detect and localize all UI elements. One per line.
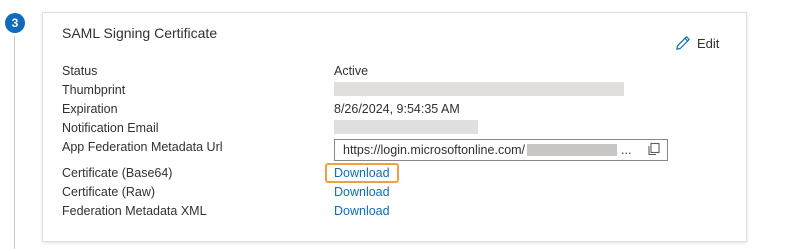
cert-raw-label: Certificate (Raw): [62, 185, 156, 199]
notification-email-redacted: [334, 120, 478, 134]
thumbprint-redacted: [334, 82, 624, 96]
notification-email-label: Notification Email: [62, 121, 159, 135]
card-title: SAML Signing Certificate: [62, 25, 218, 41]
cert-raw-download-link[interactable]: Download: [334, 185, 390, 199]
expiration-value: 8/26/2024, 9:54:35 AM: [334, 102, 460, 116]
cert-base64-download-link[interactable]: Download: [334, 166, 390, 180]
metadata-url-redacted: [527, 144, 618, 156]
metadata-url-ellipsis: ...: [621, 143, 632, 157]
copy-icon[interactable]: [647, 142, 661, 156]
saml-certificate-card: SAML Signing Certificate Edit Status Act…: [42, 12, 747, 242]
status-value: Active: [334, 64, 369, 78]
metadata-url-field[interactable]: https://login.microsoftonline.com/ ...: [334, 139, 668, 161]
step-number-badge: 3: [5, 13, 25, 33]
cert-base64-label: Certificate (Base64): [62, 166, 173, 180]
step-connector-line: [14, 36, 15, 249]
federation-xml-download-link[interactable]: Download: [334, 204, 390, 218]
federation-xml-label: Federation Metadata XML: [62, 204, 207, 218]
edit-button[interactable]: Edit: [675, 35, 719, 51]
thumbprint-label: Thumbprint: [62, 83, 126, 97]
edit-label: Edit: [697, 35, 720, 51]
metadata-url-text: https://login.microsoftonline.com/: [343, 143, 526, 157]
expiration-label: Expiration: [62, 102, 118, 116]
metadata-url-label: App Federation Metadata Url: [62, 140, 223, 154]
pencil-icon: [676, 36, 690, 50]
status-label: Status: [62, 64, 98, 78]
